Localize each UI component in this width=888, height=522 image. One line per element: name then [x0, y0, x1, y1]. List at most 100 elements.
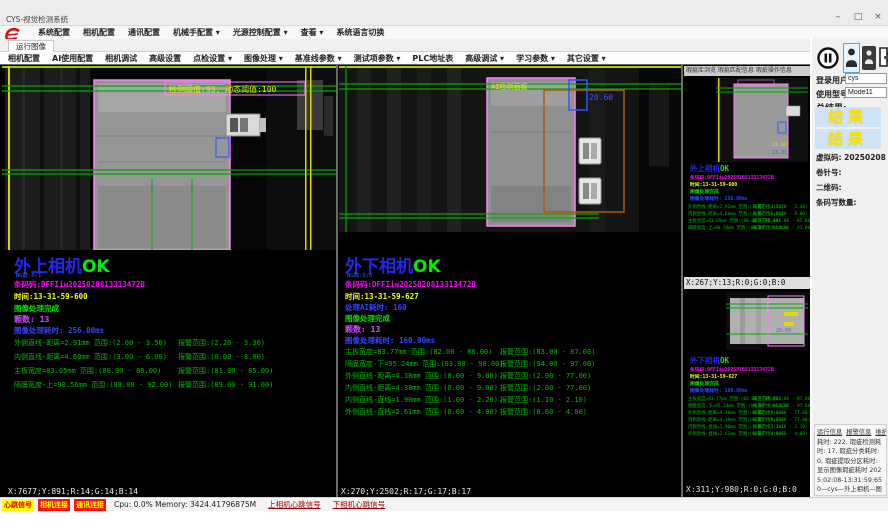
mini-upper-done: 图像处理完成 — [690, 188, 719, 195]
tool-test-params[interactable]: 测试项参数 ▾ — [354, 53, 401, 64]
mini-upper-title: 外上相机OK — [690, 163, 729, 174]
upper-camera-result: OK — [82, 257, 110, 277]
info-tabs: 运行信息 报警信息 维护信息 — [817, 427, 884, 436]
exit-button[interactable] — [878, 46, 888, 70]
upper-alarm-row: 报警范围:(89.00 - 91.00) — [178, 380, 273, 390]
lower-barcode: 条码码:DFFIiw2025020813313472B — [345, 279, 476, 290]
close-button[interactable]: × — [872, 12, 884, 23]
mini-lower-title: 外下相机OK — [690, 355, 729, 366]
lower-camera-image[interactable]: AI检测画板 20.60 — [339, 66, 681, 232]
ai-measure-overlay: 20.60 — [589, 93, 613, 102]
menu-bar: 系统配置 相机配置 通讯配置 机械手配置 ▾ 光源控制配置 ▾ 查看 ▾ 系统语… — [0, 26, 888, 39]
lower-camera-heartbeat-link[interactable]: 下相机心跳信号 — [333, 499, 386, 510]
tool-advanced-debug[interactable]: 高级调试 ▾ — [465, 53, 504, 64]
tool-plc-address[interactable]: PLC地址表 — [412, 53, 453, 64]
tool-learning-params[interactable]: 学习参数 ▾ — [516, 53, 555, 64]
lower-camera-thumbnail[interactable]: 20.60 — [726, 292, 808, 350]
model-input[interactable] — [845, 87, 887, 98]
login-user-input[interactable] — [845, 73, 887, 84]
upper-camera-heartbeat-link[interactable]: 上相机心跳信号 — [268, 499, 321, 510]
tool-camera-debug[interactable]: 相机调试 — [105, 53, 137, 64]
minimize-button[interactable]: – — [832, 12, 844, 23]
menu-system-config[interactable]: 系统配置 — [38, 27, 70, 38]
mini-upper-time: 时间:13-31-59-600 — [690, 181, 737, 188]
mini-upper-alarm: 报警范围:(89.00 - 91.00) — [753, 225, 813, 231]
status-bar: 心跳信号 相机连接 通讯连接 Cpu: 0.0% Memory: 3424.41… — [0, 497, 888, 511]
tool-baseline-params[interactable]: 基准线参数 ▾ — [295, 53, 342, 64]
defect-browser-header[interactable]: 瑕疵库浏览 瑕疵匹配信息 瑕疵操作信息 — [684, 66, 810, 76]
upper-alarm-row: 报警范围:(0.00 - 8.00) — [178, 352, 265, 362]
tool-camera-config[interactable]: 相机配置 — [8, 53, 40, 64]
svg-text:13.31: 13.31 — [772, 150, 787, 156]
virtual-code-label: 虚拟码: 20250208 — [816, 152, 886, 163]
upper-camera-image[interactable]: 检测阈值:93, 动态阈值:100 — [2, 66, 336, 250]
lower-measure-row: 隔膜宽度-下=95.24mm 范围:(93.00 - 98.00) — [345, 359, 504, 369]
operator-button[interactable] — [862, 46, 876, 70]
info-box[interactable]: 运行信息 报警信息 维护信息 耗时: 222, 瑕疵检测耗时: 17, 瑕疵分类… — [814, 424, 887, 496]
menu-light-config[interactable]: 光源控制配置 ▾ — [233, 27, 288, 38]
mini-lower-alarm: 报警范围:(94.00 - 97.00) — [753, 403, 813, 409]
tab-strip: 运行图像 — [0, 39, 888, 52]
mini-upper-barcode: 条码码:DFFIiw2025020813313472B — [690, 174, 774, 181]
mini-lower-alarm: 报警范围:(2.00 - 77.00) — [753, 410, 810, 416]
lower-alarm-row: 报警范围:(83.00 - 87.00) — [500, 347, 595, 357]
lower-measure-row: 内侧直线-距离=4.38mm 范围:(0.00 - 9.00) — [345, 383, 498, 393]
info-log-text: 耗时: 222, 瑕疵检测耗时: 17, 瑕疵分类耗时: 0, 瑕疵提取分区耗时… — [817, 438, 884, 496]
menu-language-switch[interactable]: 系统语言切换 — [336, 27, 384, 38]
upper-camera-thumbnail[interactable]: 20.60 13.31 — [716, 78, 808, 162]
needle-number-label: 卷针号: — [816, 167, 842, 178]
upper-measure-row: 内侧直线-距离=4.60mm 范围:(3.00 - 6.00) — [14, 352, 167, 362]
mini-upper-alarm: 报警范围:(81.00 - 85.00) — [753, 218, 813, 224]
tool-image-processing[interactable]: 图像处理 ▾ — [244, 53, 283, 64]
lower-alarm-row: 报警范围:(2.00 - 77.00) — [500, 383, 591, 393]
pause-button[interactable] — [816, 44, 840, 72]
info-tab-maintain[interactable]: 维护信息 — [875, 427, 887, 436]
info-tab-alarm[interactable]: 报警信息 — [846, 427, 871, 436]
upper-ng-info: NG数:0/1 — [16, 271, 41, 279]
upper-measure-row: 隔膜宽度-上=90.56mm 范围:(88.00 - 92.00) — [14, 380, 173, 390]
user-icon — [845, 45, 858, 69]
menu-camera-config[interactable]: 相机配置 — [83, 27, 115, 38]
lower-pixel-coords: X:270;Y:2502;R:17;G:17;B:17 — [341, 487, 471, 496]
upper-process-done: 图像处理完成 — [14, 303, 59, 314]
upper-barcode: 条码码:DFFIiw2025020813313472B — [14, 279, 145, 290]
tool-advanced-settings[interactable]: 高级设置 — [149, 53, 181, 64]
upper-measure-row: 主板宽度=83.05mm 范围:(80.00 - 86.00) — [14, 366, 161, 376]
upper-count: 颗数: 13 — [14, 314, 49, 325]
tool-spotcheck-settings[interactable]: 点检设置 ▾ — [193, 53, 232, 64]
mini-lower-elapsed: 图像处理耗时: 160.00ms — [690, 387, 748, 394]
window-title: CYS-视觉检测系统 — [6, 14, 68, 25]
mini-lower-done: 图像处理完成 — [690, 380, 719, 387]
lower-ng-info: NG数:0/0 — [347, 271, 372, 279]
titlebar: CYS-视觉检测系统 – □ × — [0, 0, 888, 26]
lower-ai-elapsed: 处理AI耗时: 160 — [345, 302, 407, 313]
login-user-button[interactable] — [843, 43, 860, 73]
lower-count: 颗数: 13 — [345, 324, 380, 335]
comm-connect-badge: 通讯连接 — [74, 499, 106, 511]
upper-pixel-coords: X:7677;Y:891;R:14;G:14;B:14 — [8, 487, 138, 496]
info-tab-run[interactable]: 运行信息 — [817, 427, 842, 436]
lower-camera-result: OK — [413, 257, 441, 277]
mini-lower-alarm: 报警范围:(83.00 - 87.00) — [753, 396, 813, 402]
lower-alarm-row: 报警范围:(0.60 - 4.00) — [500, 407, 587, 417]
camera-connect-badge: 相机连接 — [38, 499, 70, 511]
lower-measure-row: 内侧直线-直线=1.90mm 范围:(1.00 - 2.20) — [345, 395, 498, 405]
barcode-count-label: 条码写数量: — [816, 197, 857, 208]
lower-time: 时间:13-31-59-627 — [345, 291, 419, 302]
tool-ai-config[interactable]: AI使用配置 — [52, 53, 93, 64]
maximize-button[interactable]: □ — [852, 12, 864, 23]
mini-lower-alarm: 报警范围:(1.10 - 2.10) — [753, 424, 808, 430]
tool-other-settings[interactable]: 其它设置 ▾ — [567, 53, 606, 64]
menu-view[interactable]: 查看 ▾ — [301, 27, 324, 38]
exit-door-icon — [879, 47, 888, 67]
menu-comm-config[interactable]: 通讯配置 — [128, 27, 160, 38]
lower-measure-row: 外侧直线-直线=2.61mm 范围:(0.60 - 4.00) — [345, 407, 498, 417]
cpu-memory-text: Cpu: 0.0% Memory: 3424.41796875M — [114, 500, 256, 509]
lower-alarm-row: 报警范围:(2.00 - 77.00) — [500, 371, 591, 381]
mini-lower-barcode: 条码码:DFFIiw2025020813313472B — [690, 366, 774, 373]
menu-robot-config[interactable]: 机械手配置 ▾ — [173, 27, 220, 38]
mini-upper-elapsed: 图像处理耗时: 256.00ms — [690, 195, 748, 202]
mini-lower-coords: X:311;Y:980;R:0;G:0;B:0 — [684, 484, 810, 496]
mini-lower-alarm: 报警范围:(2.00 - 77.00) — [753, 417, 810, 423]
tab-run-image[interactable]: 运行图像 — [8, 40, 54, 52]
